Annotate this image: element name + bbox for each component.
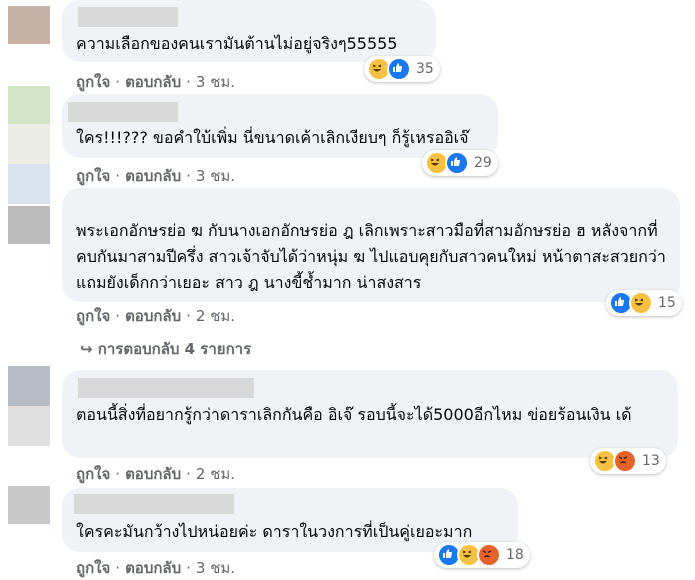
separator: ·	[186, 307, 191, 325]
comment-bubble: ความเลือกของคนเรามันต้านไม่อยู่จริงๆ5555…	[62, 0, 436, 62]
timestamp[interactable]: 3 ชม.	[196, 167, 235, 185]
avatar[interactable]	[8, 486, 50, 524]
timestamp[interactable]: 3 ชม.	[196, 73, 235, 91]
separator: ·	[115, 559, 121, 577]
angry-icon	[613, 449, 637, 473]
like-icon	[445, 151, 469, 175]
view-replies-link[interactable]: ↪ การตอบกลับ 4 รายการ	[80, 337, 251, 361]
avatar[interactable]	[8, 206, 50, 244]
reaction-summary[interactable]: 29	[422, 150, 498, 176]
timestamp[interactable]: 2 ชม.	[196, 465, 235, 483]
avatar[interactable]	[8, 366, 50, 448]
separator: ·	[115, 465, 121, 483]
timestamp[interactable]: 3 ชม.	[196, 559, 235, 577]
reply-button[interactable]: ตอบกลับ	[125, 307, 181, 325]
reaction-summary[interactable]: 35	[364, 56, 440, 82]
comment-text: ใครคะมันกว้างไปหน่อยค่ะ ดาราในวงการที่เป…	[76, 522, 473, 541]
comment-actions: ถูกใจ · ตอบกลับ · 3 ชม.	[76, 556, 235, 580]
redacted-name	[78, 7, 178, 27]
reply-button[interactable]: ตอบกลับ	[125, 73, 181, 91]
separator: ·	[186, 73, 191, 91]
like-button[interactable]: ถูกใจ	[76, 73, 110, 91]
like-button[interactable]: ถูกใจ	[76, 465, 110, 483]
reaction-count: 13	[642, 453, 660, 469]
timestamp[interactable]: 2 ชม.	[196, 307, 235, 325]
avatar[interactable]	[8, 86, 50, 206]
separator: ·	[186, 465, 191, 483]
comment-actions: ถูกใจ · ตอบกลับ · 2 ชม.	[76, 462, 235, 486]
reaction-count: 29	[474, 155, 492, 171]
reaction-count: 35	[416, 61, 434, 77]
comment-bubble: ตอนนี้สิ่งที่อยากรู้กว่าดาราเลิกกันคือ อ…	[62, 370, 678, 458]
haha-icon	[629, 291, 653, 315]
reaction-summary[interactable]: 13	[590, 448, 666, 474]
reply-button[interactable]: ตอบกลับ	[125, 465, 181, 483]
separator: ·	[186, 559, 191, 577]
separator: ·	[186, 167, 191, 185]
comment-actions: ถูกใจ · ตอบกลับ · 3 ชม.	[76, 164, 235, 188]
like-icon	[387, 57, 411, 81]
redacted-name	[74, 494, 234, 514]
avatar[interactable]	[8, 6, 50, 44]
like-button[interactable]: ถูกใจ	[76, 559, 110, 577]
reaction-count: 18	[506, 547, 524, 563]
reply-button[interactable]: ตอบกลับ	[125, 559, 181, 577]
comment-text: พระเอกอักษรย่อ ฆ กับนางเอกอักษรย่อ ฎ เลิ…	[76, 221, 666, 292]
comment-text: ตอนนี้สิ่งที่อยากรู้กว่าดาราเลิกกันคือ อ…	[76, 405, 632, 424]
redacted-name	[68, 102, 178, 122]
reply-button[interactable]: ตอบกลับ	[125, 167, 181, 185]
like-button[interactable]: ถูกใจ	[76, 167, 110, 185]
redacted-name	[78, 378, 254, 398]
comment-actions: ถูกใจ · ตอบกลับ · 2 ชม.	[76, 304, 235, 328]
separator: ·	[115, 167, 121, 185]
comment-actions: ถูกใจ · ตอบกลับ · 3 ชม.	[76, 70, 235, 94]
reaction-summary[interactable]: 18	[434, 542, 530, 568]
reaction-summary[interactable]: 15	[606, 290, 682, 316]
separator: ·	[115, 73, 121, 91]
like-button[interactable]: ถูกใจ	[76, 307, 110, 325]
comment-bubble: พระเอกอักษรย่อ ฆ กับนางเอกอักษรย่อ ฎ เลิ…	[62, 188, 680, 302]
angry-icon	[477, 543, 501, 567]
separator: ·	[115, 307, 121, 325]
comment-bubble: ใคร!!!??? ขอคำใบ้เพิ่ม นี่ขนาดเค้าเลิกเง…	[62, 94, 498, 158]
reaction-count: 15	[658, 295, 676, 311]
comment-text: ความเลือกของคนเรามันต้านไม่อยู่จริงๆ5555…	[76, 34, 398, 53]
comment-text: ใคร!!!??? ขอคำใบ้เพิ่ม นี่ขนาดเค้าเลิกเง…	[76, 128, 469, 147]
